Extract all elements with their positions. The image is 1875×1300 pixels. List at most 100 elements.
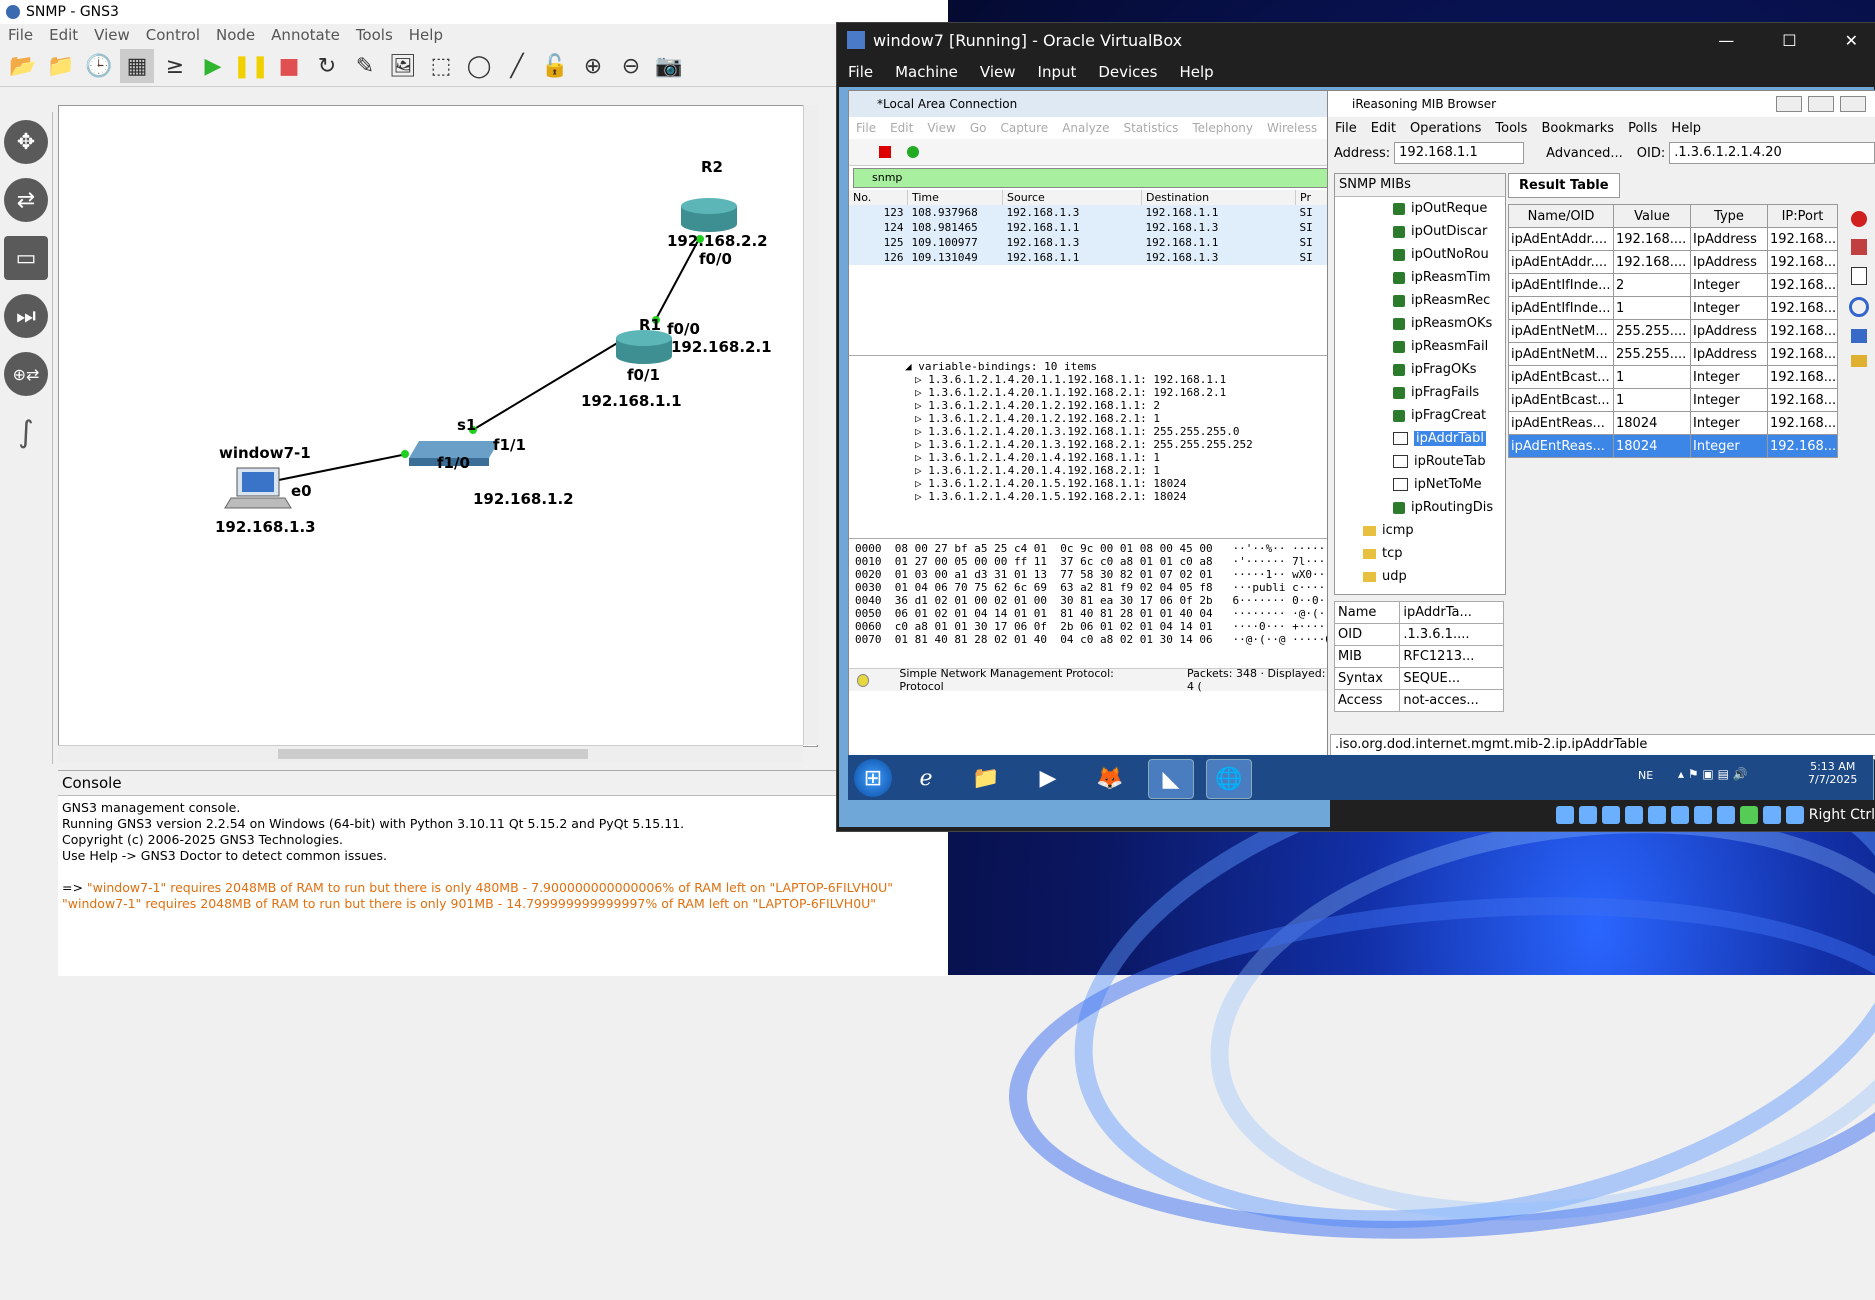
detail-header[interactable]: ◢ variable-bindings: 10 items — [905, 360, 1335, 373]
menu-help[interactable]: Help — [401, 26, 451, 44]
mib-menu-file[interactable]: File — [1328, 121, 1364, 136]
document-icon[interactable] — [1851, 267, 1867, 285]
tree-node[interactable]: ipRouteTab — [1393, 450, 1505, 473]
mouse-integration-icon[interactable] — [1762, 806, 1781, 824]
wireshark-taskbar-icon[interactable]: ◣ — [1148, 759, 1194, 799]
stop-all-icon[interactable]: ■ — [272, 49, 306, 83]
result-row[interactable]: ipAdEntAddr.... 192.168.... IpAddress 192.1… — [1508, 227, 1838, 251]
shared-folders-icon[interactable] — [1670, 806, 1689, 824]
column-header[interactable]: Source — [1002, 190, 1142, 205]
tree-node[interactable]: ipFragFails — [1393, 381, 1505, 404]
result-row[interactable]: ipAdEntBcast... 1 Integer 192.168.... — [1508, 388, 1838, 412]
tree-node[interactable]: ipFragOKs — [1393, 358, 1505, 381]
mib-menu-tools[interactable]: Tools — [1488, 121, 1534, 136]
zoom-out-icon[interactable]: ⊖ — [614, 49, 648, 83]
menu-control[interactable]: Control — [138, 26, 208, 44]
detail-line[interactable]: ▷ 1.3.6.1.2.1.4.20.1.2.192.168.2.1: 1 — [915, 412, 1335, 425]
display-icon[interactable] — [1693, 806, 1712, 824]
packet-list[interactable]: No. Time Source Destination Pr 123 108.93… — [849, 190, 1335, 356]
detail-line[interactable]: ▷ 1.3.6.1.2.1.4.20.1.4.192.168.2.1: 1 — [915, 464, 1335, 477]
tree-node[interactable]: ipFragCreat — [1393, 404, 1505, 427]
tray-icons[interactable]: ▴ ⚑ ▣ ▤ 🔊 — [1678, 767, 1748, 781]
menu-annotate[interactable]: Annotate — [263, 26, 348, 44]
result-row[interactable]: ipAdEntBcast... 1 Integer 192.168.... — [1508, 365, 1838, 389]
advanced-button[interactable]: Advanced... — [1546, 146, 1623, 161]
console-all-icon[interactable]: ≥ — [158, 49, 192, 83]
internet-explorer-icon[interactable]: ℯ — [904, 759, 948, 797]
detail-line[interactable]: ▷ 1.3.6.1.2.1.4.20.1.5.192.168.1.1: 1802… — [915, 477, 1335, 490]
language-indicator[interactable]: NE — [1638, 769, 1653, 782]
tree-node[interactable]: ipNetToMe — [1393, 473, 1505, 496]
suspend-all-icon[interactable]: ❚❚ — [233, 49, 270, 83]
mib-menu-bookmarks[interactable]: Bookmarks — [1534, 121, 1621, 136]
detail-line[interactable]: ▷ 1.3.6.1.2.1.4.20.1.5.192.168.2.1: 1802… — [915, 490, 1335, 503]
vbox-menu-view[interactable]: View — [969, 63, 1027, 81]
canvas-vertical-scrollbar[interactable] — [803, 105, 818, 745]
vbox-menu-devices[interactable]: Devices — [1087, 63, 1168, 81]
clock[interactable]: 5:13 AM 7/7/2025 — [1808, 760, 1857, 786]
switches-icon[interactable]: ⇄ — [4, 178, 48, 222]
detail-line[interactable]: ▷ 1.3.6.1.2.1.4.20.1.1.192.168.2.1: 192.… — [915, 386, 1335, 399]
minimize-icon[interactable] — [1776, 96, 1802, 112]
packet-row[interactable]: 123 108.937968 192.168.1.3 192.168.1.1 SI — [849, 205, 1335, 220]
result-row[interactable]: ipAdEntAddr.... 192.168.... IpAddress 192.1… — [1508, 250, 1838, 274]
routers-icon[interactable]: ✥ — [4, 120, 48, 164]
packet-row[interactable]: 124 108.981465 192.168.1.1 192.168.1.3 SI — [849, 220, 1335, 235]
cpu-icon[interactable] — [1739, 806, 1758, 824]
keyboard-capture-icon[interactable] — [1785, 806, 1804, 824]
ws-menu-telephony[interactable]: Telephony — [1185, 121, 1260, 135]
ws-menu-statistics[interactable]: Statistics — [1116, 121, 1185, 135]
column-header[interactable]: No. — [849, 190, 908, 205]
maximize-icon[interactable] — [1808, 96, 1834, 112]
menu-tools[interactable]: Tools — [348, 26, 401, 44]
add-link-icon[interactable]: ∫ — [4, 410, 48, 454]
result-row[interactable]: ipAdEntIfInde... 1 Integer 192.168.... — [1508, 296, 1838, 320]
tab-result-table[interactable]: Result Table — [1508, 173, 1620, 198]
scroll-thumb[interactable] — [278, 749, 588, 759]
tree-node[interactable]: ipReasmFail — [1393, 335, 1505, 358]
mib-tree[interactable]: SNMP MIBs ipOutReque ipOutDiscar ipOutNo… — [1334, 173, 1506, 595]
stop-capture-icon[interactable] — [879, 146, 891, 158]
result-row[interactable]: ipAdEntNetM... 255.255.... IpAddress 192.16… — [1508, 342, 1838, 366]
show-interface-labels-icon[interactable]: ▦ — [120, 49, 154, 83]
ws-menu-file[interactable]: File — [849, 121, 883, 135]
mib-menu-polls[interactable]: Polls — [1621, 121, 1664, 136]
packet-row[interactable]: 125 109.100977 192.168.1.3 192.168.1.1 SI — [849, 235, 1335, 250]
restart-capture-icon[interactable] — [907, 146, 920, 158]
tree-node[interactable]: ipReasmRec — [1393, 289, 1505, 312]
open-folder-icon[interactable] — [1851, 355, 1867, 367]
mib-menu-edit[interactable]: Edit — [1364, 121, 1403, 136]
network-icon[interactable] — [1624, 806, 1643, 824]
close-icon[interactable]: ✕ — [1845, 31, 1858, 50]
oid-input[interactable]: .1.3.6.1.2.1.4.20 — [1669, 142, 1875, 164]
detail-line[interactable]: ▷ 1.3.6.1.2.1.4.20.1.4.192.168.1.1: 1 — [915, 451, 1335, 464]
menu-edit[interactable]: Edit — [41, 26, 86, 44]
result-row-selected[interactable]: ipAdEntReas... 18024 Integer 192.168.... — [1508, 434, 1838, 458]
draw-ellipse-icon[interactable]: ◯ — [462, 49, 496, 83]
file-explorer-icon[interactable]: 📁 — [964, 759, 1008, 797]
ws-menu-wireless[interactable]: Wireless — [1260, 121, 1324, 135]
tree-folder[interactable]: icmp — [1363, 519, 1505, 542]
find-icon[interactable] — [1849, 297, 1869, 317]
mib-menu-help[interactable]: Help — [1664, 121, 1708, 136]
usb-icon[interactable] — [1647, 806, 1666, 824]
ws-menu-capture[interactable]: Capture — [993, 121, 1055, 135]
result-row[interactable]: ipAdEntNetM... 255.255.... IpAddress 192.16… — [1508, 319, 1838, 343]
detail-line[interactable]: ▷ 1.3.6.1.2.1.4.20.1.1.192.168.1.1: 192.… — [915, 373, 1335, 386]
detail-line[interactable]: ▷ 1.3.6.1.2.1.4.20.1.2.192.168.1.1: 2 — [915, 399, 1335, 412]
ws-menu-edit[interactable]: Edit — [883, 121, 920, 135]
address-combobox[interactable]: 192.168.1.1 — [1394, 142, 1525, 164]
menu-file[interactable]: File — [0, 26, 41, 44]
tree-folder[interactable]: tcp — [1363, 542, 1505, 565]
vbox-menu-machine[interactable]: Machine — [884, 63, 969, 81]
minimize-icon[interactable]: — — [1718, 31, 1734, 50]
firefox-icon[interactable]: 🦊 — [1088, 759, 1132, 797]
mib-menu-operations[interactable]: Operations — [1403, 121, 1488, 136]
detail-line[interactable]: ▷ 1.3.6.1.2.1.4.20.1.3.192.168.1.1: 255.… — [915, 425, 1335, 438]
new-project-icon[interactable]: 📂 — [6, 49, 40, 83]
tree-folder[interactable]: udp — [1363, 565, 1505, 588]
tree-node-selected[interactable]: ipAddrTabl — [1393, 427, 1505, 450]
topology-canvas[interactable]: R2 192.168.2.2 f0/0 R1 f0/0 192.168.2.1 … — [58, 105, 818, 747]
expert-info-icon[interactable] — [857, 673, 870, 687]
lock-icon[interactable]: 🔓 — [538, 49, 572, 83]
